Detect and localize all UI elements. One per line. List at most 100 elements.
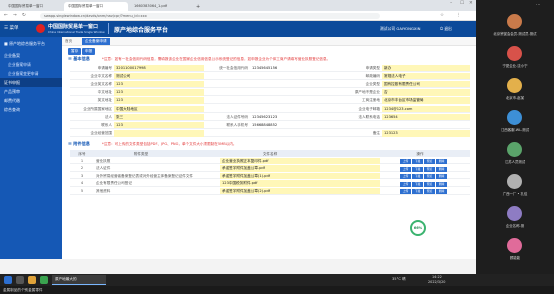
action-3-button[interactable]: 删除 [436, 174, 447, 180]
browser-tab-2[interactable]: 中国国际贸易单一窗口 [64, 2, 128, 11]
field-value[interactable]: 中国大陆地区 [114, 105, 204, 113]
action-2-button[interactable]: 预览 [424, 159, 435, 164]
cell-file[interactable]: 企业营业执照正本复印件.pdf [220, 157, 380, 165]
reload-icon[interactable]: ↻ [22, 13, 26, 18]
menu-label: 菜单 [9, 26, 19, 31]
sidebar-item-certificate[interactable]: 证书申报 [0, 78, 62, 87]
cell-type: 对外贸易经营者备案登记表或对外经营主体备案登记证件文件 [96, 173, 194, 178]
cell-type: 法人证件 [96, 166, 111, 171]
field-value[interactable]: 12345623123 [250, 114, 338, 121]
browser-tab-1[interactable]: 中国国际贸易单一窗口 [4, 2, 62, 11]
action-0-button[interactable]: 上传 [400, 166, 411, 172]
field-value[interactable]: 张三 [114, 113, 204, 121]
cell-no: 1 [80, 158, 84, 163]
action-0-button[interactable]: 上传 [400, 159, 411, 164]
back-icon[interactable]: ← [4, 13, 8, 18]
action-0-button[interactable]: 上传 [400, 174, 411, 180]
action-2-button[interactable]: 预览 [424, 181, 435, 187]
field-value[interactable]: 123 [114, 97, 204, 104]
sidebar-item-enterprise-record[interactable]: 企业备案 [0, 51, 62, 60]
action-3-button[interactable]: 删除 [436, 159, 447, 164]
star-icon[interactable]: ☆ [440, 13, 444, 18]
minimize-icon[interactable]: – [450, 1, 452, 6]
action-3-button[interactable]: 删除 [436, 166, 447, 172]
cell-file[interactable]: 承诺签字附件加盖公章.pdf [220, 165, 380, 172]
participant-tile[interactable]: 宁夏企业-沈小宁 [481, 46, 549, 68]
action-0-button[interactable]: 上传 [400, 189, 411, 195]
field-value[interactable]: 否 [382, 89, 470, 96]
field-value[interactable]: 123654 [382, 113, 470, 121]
url-field[interactable]: swapp.singlewindow.cn/dzvds/onm/nav/cpr/… [40, 13, 380, 19]
participant-tile[interactable]: 北京市-赵某 [481, 78, 549, 100]
action-1-button[interactable]: 下载 [412, 166, 423, 172]
field-value[interactable]: 新办 [382, 64, 470, 72]
action-0-button[interactable]: 上传 [400, 181, 411, 187]
sidebar-item-label: 企业备案变更申请 [8, 71, 39, 76]
submit-button[interactable]: 申报 [82, 48, 96, 55]
sidebar: ■ 原产地综合服务平台 企业备案 企业备案申请 企业备案变更申请 证书申报 产品… [0, 37, 62, 259]
action-3-button[interactable]: 删除 [436, 181, 447, 187]
cell-file[interactable]: 承诺签字附件加盖公章(2).pdf [220, 187, 380, 195]
logout-button[interactable]: ⏻ 退出 [440, 26, 452, 32]
files-icon[interactable] [28, 276, 36, 284]
panel-more-icon[interactable]: ⋯ [536, 3, 541, 8]
action-1-button[interactable]: 下载 [412, 181, 423, 187]
participant-tile[interactable]: 北京贸促会会员-测试员-测试 [481, 14, 549, 36]
action-3-button[interactable]: 删除 [436, 189, 447, 195]
clock-time: 14:22 [432, 275, 442, 279]
action-1-button[interactable]: 下载 [412, 159, 423, 164]
chrome-icon[interactable] [40, 276, 48, 284]
close-icon[interactable]: ✕ [469, 1, 473, 6]
sidebar-item-query[interactable]: 综合查询 [0, 105, 62, 114]
field-value[interactable]: 3201100017998 [114, 64, 204, 72]
sidebar-item-record-change[interactable]: 企业备案变更申请 [0, 69, 62, 78]
sidebar-item-product-review[interactable]: 产品预审 [0, 87, 62, 96]
save-button[interactable]: 暂存 [68, 48, 82, 55]
menu-dots-icon[interactable]: ⋮ [456, 13, 461, 18]
new-tab-button[interactable]: + [192, 2, 202, 11]
participant-tile[interactable]: 江苏人员测试 [481, 142, 549, 164]
basic-info-label: 基本信息 [73, 56, 90, 61]
taskbar-active-app[interactable]: 原产地最大的 [52, 275, 106, 285]
participant-tile[interactable]: 企业名称-测 [481, 206, 549, 228]
field-value[interactable]: 常规法人电子 [382, 72, 470, 80]
field-value[interactable] [114, 130, 204, 137]
action-1-button[interactable]: 下载 [412, 174, 423, 180]
action-1-button[interactable]: 下载 [412, 189, 423, 195]
browser-tab-3[interactable]: 1660383064_1.pdf [130, 2, 190, 11]
field-value[interactable]: 15668848852 [250, 122, 338, 129]
field-value[interactable]: 123 [114, 80, 204, 88]
cell-file[interactable]: 123中国税务附件.pdf [220, 180, 380, 187]
action-2-button[interactable]: 预览 [424, 166, 435, 172]
row-actions: 上传 下载 预览 删除 [400, 173, 448, 180]
sidebar-item-record-apply[interactable]: 企业备案申请 [0, 60, 62, 69]
search-icon[interactable] [16, 276, 24, 284]
field-value[interactable]: 123 [114, 89, 204, 96]
participant-tile[interactable]: 江西客服-WL-测试 [481, 110, 549, 132]
maximize-icon[interactable]: ☐ [460, 1, 464, 6]
action-2-button[interactable]: 预览 [424, 189, 435, 195]
start-icon[interactable] [4, 276, 12, 284]
field-value[interactable]: 123 [114, 121, 204, 129]
cell-no: 5 [80, 188, 84, 193]
field-label: 邮政编码 [365, 73, 380, 78]
crumb-home[interactable]: 首页 [65, 39, 72, 44]
field-value[interactable]: 123123 [382, 130, 470, 137]
sidebar-item-postage[interactable]: 邮费代缴 [0, 96, 62, 105]
forward-icon[interactable]: → [13, 13, 17, 18]
cell-file[interactable]: 承诺签字附件加盖公章(1).pdf [220, 172, 380, 180]
field-value[interactable]: 1234@123.com [382, 105, 470, 113]
field-value[interactable]: 北京市丰台区市场监管局 [382, 97, 470, 104]
participant-tile[interactable]: 顾能能 [481, 238, 549, 260]
participant-tile[interactable]: 广西一厂 • 孔佳 [481, 174, 549, 196]
field-value[interactable]: 12345645156 [250, 65, 338, 72]
field-value[interactable]: 测试公司 [114, 72, 204, 80]
field-value[interactable]: 国有控股有限责任公司 [382, 80, 470, 88]
menu-toggle[interactable]: ☰ 菜单 [4, 25, 18, 31]
sidebar-root[interactable]: ■ 原产地综合服务平台 [0, 39, 62, 48]
header-divider [108, 23, 109, 34]
action-2-button[interactable]: 预览 [424, 174, 435, 180]
crumb-current[interactable]: 企业备案申请 [82, 38, 110, 45]
tab-title: 中国国际贸易单一窗口 [68, 4, 103, 8]
sidebar-item-label: 企业备案申请 [8, 62, 31, 67]
